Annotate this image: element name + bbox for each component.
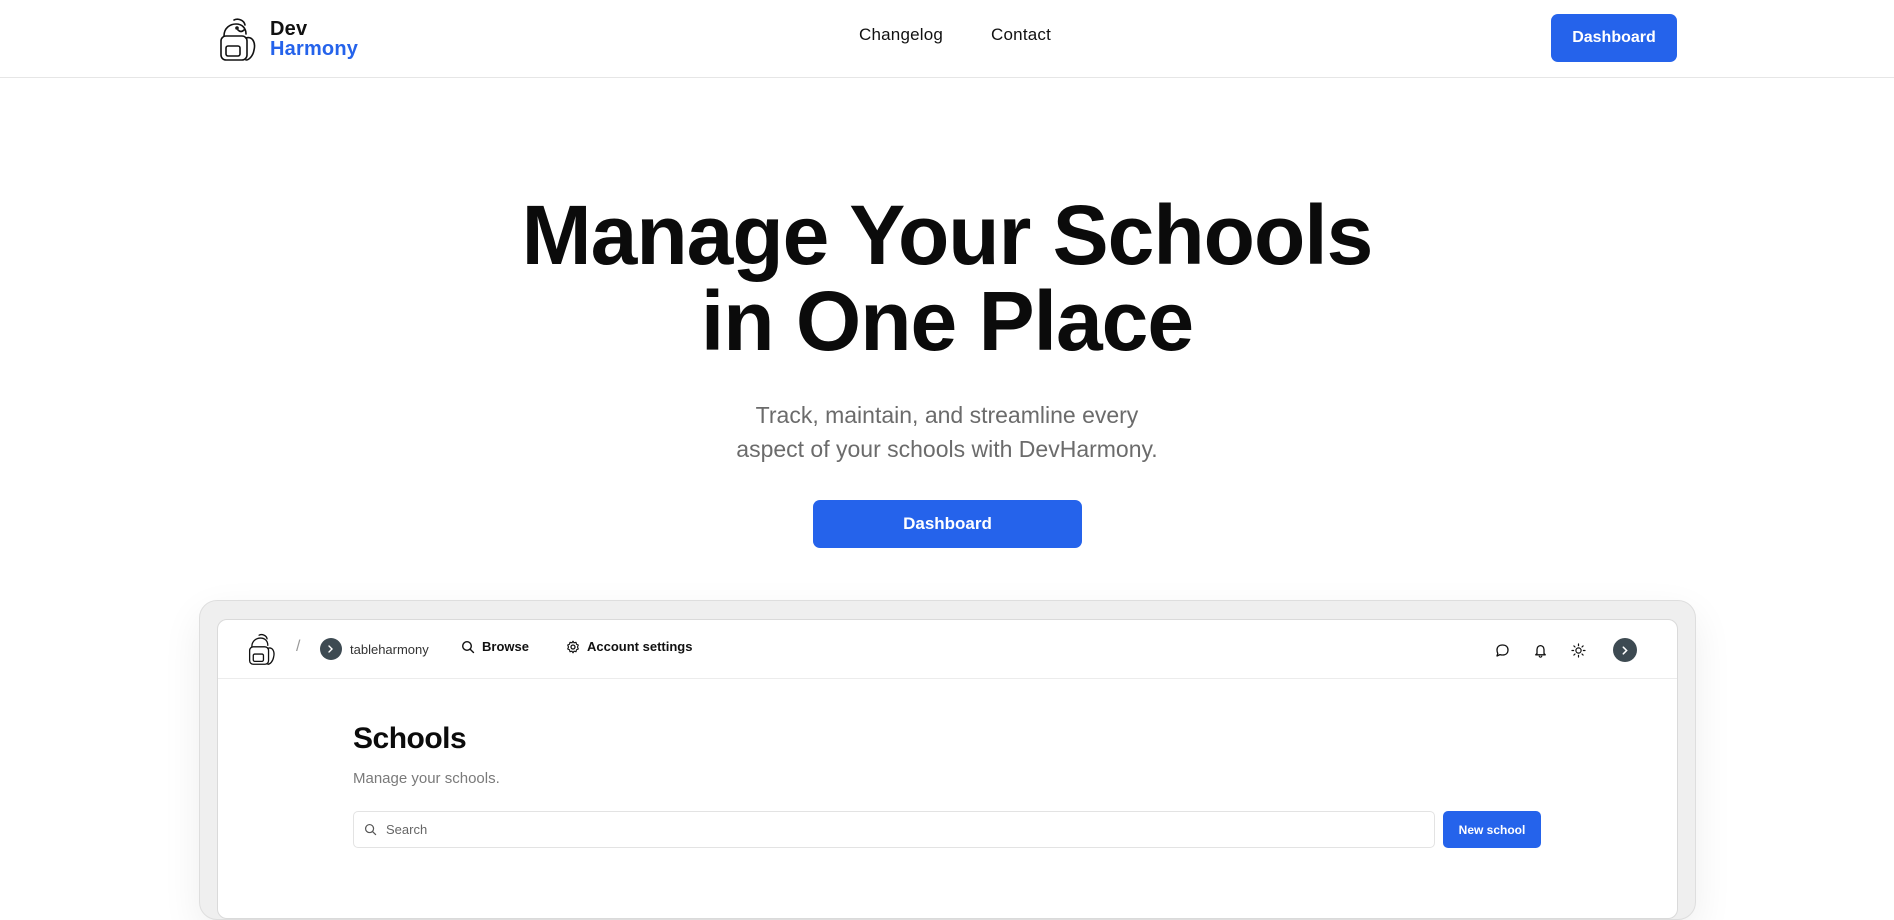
brand-logo-link[interactable]: Dev Harmony bbox=[216, 16, 358, 62]
sun-icon[interactable] bbox=[1569, 641, 1587, 659]
schools-page-title: Schools bbox=[353, 722, 467, 755]
org-name: tableharmony bbox=[350, 641, 429, 657]
backpack-logo-icon bbox=[220, 18, 256, 61]
chat-icon[interactable] bbox=[1493, 641, 1511, 659]
new-school-button[interactable]: New school bbox=[1443, 811, 1541, 848]
gear-icon bbox=[567, 640, 579, 653]
browse-label: Browse bbox=[482, 639, 529, 654]
breadcrumb-separator: / bbox=[296, 638, 301, 655]
nav-contact-link[interactable]: Contact bbox=[991, 25, 1051, 45]
org-avatar bbox=[320, 638, 342, 660]
search-icon bbox=[364, 823, 377, 836]
site-header: Dev Harmony Changelog Contact Dashboard bbox=[0, 0, 1894, 78]
app-preview-window: / tableharmony Browse Account settings S… bbox=[217, 619, 1678, 919]
header-dashboard-button[interactable]: Dashboard bbox=[1551, 14, 1677, 62]
hero-subtitle-line-2: aspect of your schools with DevHarmony. bbox=[736, 436, 1158, 462]
browse-link[interactable]: Browse bbox=[461, 639, 529, 654]
org-switcher[interactable]: tableharmony bbox=[320, 638, 429, 660]
account-settings-label: Account settings bbox=[587, 639, 693, 654]
account-settings-link[interactable]: Account settings bbox=[566, 639, 692, 654]
brand-harmony-text: Harmony bbox=[270, 38, 359, 60]
brand-dev-text: Dev bbox=[270, 18, 308, 40]
app-top-bar: / tableharmony Browse Account settings bbox=[218, 620, 1677, 679]
app-bar-actions bbox=[1493, 638, 1637, 662]
user-avatar-glyph-icon bbox=[1622, 645, 1628, 655]
brand-wordmark: Dev Harmony bbox=[270, 19, 358, 59]
schools-page-subtitle: Manage your schools. bbox=[353, 770, 500, 787]
hero-subtitle-line-1: Track, maintain, and streamline every bbox=[755, 402, 1139, 428]
backpack-logo-icon[interactable] bbox=[246, 632, 278, 666]
org-avatar-glyph-icon bbox=[328, 645, 333, 653]
search-icon bbox=[461, 640, 475, 653]
hero-subtitle: Track, maintain, and streamline every as… bbox=[0, 398, 1894, 466]
schools-search bbox=[353, 811, 1435, 848]
main-nav: Changelog Contact bbox=[859, 25, 1051, 45]
bell-icon[interactable] bbox=[1531, 641, 1549, 659]
hero-dashboard-button[interactable]: Dashboard bbox=[813, 500, 1082, 548]
nav-changelog-link[interactable]: Changelog bbox=[859, 25, 943, 45]
hero-title-line-1: Manage Your Schools bbox=[521, 188, 1374, 282]
schools-search-input[interactable] bbox=[386, 822, 1386, 837]
hero-title: Manage Your Schools in One Place bbox=[0, 192, 1894, 364]
user-avatar[interactable] bbox=[1613, 638, 1637, 662]
hero-title-line-2: in One Place bbox=[700, 274, 1194, 368]
